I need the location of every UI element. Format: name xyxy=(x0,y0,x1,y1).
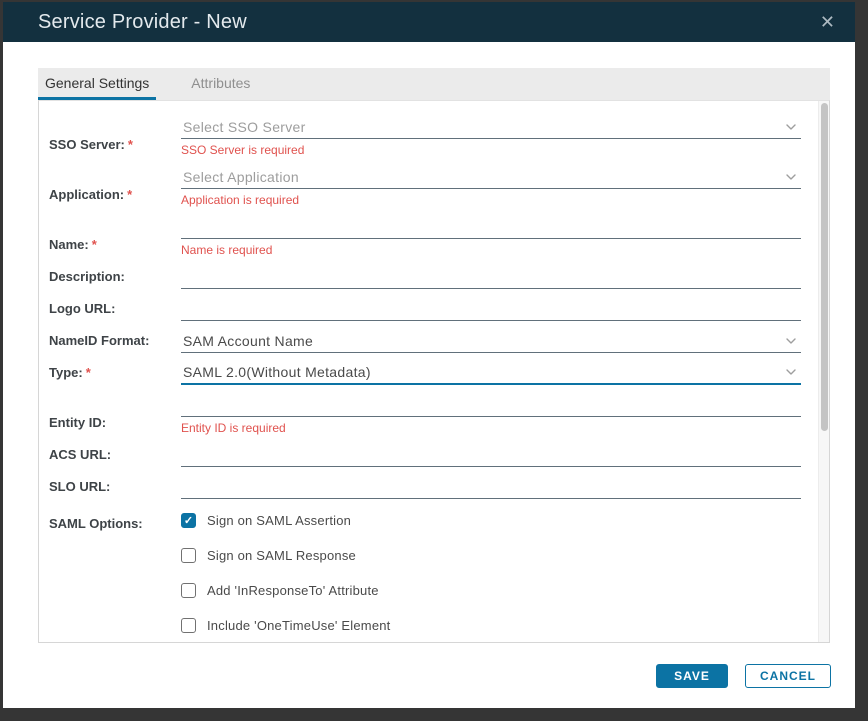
checkbox-unchecked-icon: ✓ xyxy=(181,618,196,633)
tab-bar: General Settings Attributes xyxy=(38,68,830,100)
application-label: Application:* xyxy=(49,185,181,207)
field-row-sso-server: SSO Server:*Select SSO Server SSO Server … xyxy=(49,115,801,157)
saml-options-label: SAML Options: xyxy=(49,513,181,536)
field-row-acs-url: ACS URL: xyxy=(49,443,801,467)
service-provider-dialog: Service Provider - New ✕ General Setting… xyxy=(3,2,855,708)
tab-general-settings[interactable]: General Settings xyxy=(38,68,156,100)
application-select[interactable]: Select Application xyxy=(181,165,801,189)
nameid-format-value: SAM Account Name xyxy=(181,333,313,349)
fields-container: SSO Server:*Select SSO Server SSO Server … xyxy=(49,115,801,643)
type-label: Type:* xyxy=(49,363,181,385)
checkbox-include-onetimeuse-element[interactable]: ✓ Include 'OneTimeUse' Element xyxy=(181,618,801,633)
sso-server-placeholder: Select SSO Server xyxy=(181,119,306,135)
tab-attributes[interactable]: Attributes xyxy=(184,68,257,100)
cancel-button[interactable]: CANCEL xyxy=(745,664,831,688)
close-icon[interactable]: ✕ xyxy=(816,9,839,35)
name-input[interactable] xyxy=(181,215,801,239)
type-select[interactable]: SAML 2.0(Without Metadata) xyxy=(181,361,801,385)
scrollbar-thumb[interactable] xyxy=(821,103,828,431)
field-row-name: Name:*Name is required xyxy=(49,215,801,257)
name-error: Name is required xyxy=(181,243,801,257)
field-row-logo-url: Logo URL: xyxy=(49,297,801,321)
required-asterisk: * xyxy=(92,237,97,252)
chevron-down-icon xyxy=(785,121,797,133)
name-label: Name:* xyxy=(49,235,181,257)
chevron-down-icon xyxy=(785,335,797,347)
scrollbar-track[interactable] xyxy=(818,101,829,642)
slo-url-label: SLO URL: xyxy=(49,477,181,499)
field-row-application: Application:*Select Application Applicati… xyxy=(49,165,801,207)
general-settings-form: SSO Server:*Select SSO Server SSO Server … xyxy=(38,100,830,643)
sso-server-label: SSO Server:* xyxy=(49,135,181,157)
checkbox-checked-icon: ✓ xyxy=(181,513,196,528)
slo-url-input[interactable] xyxy=(181,475,801,499)
field-row-description: Description: xyxy=(49,265,801,289)
checkbox-add-inresponseto-attribute[interactable]: ✓ Add 'InResponseTo' Attribute xyxy=(181,583,801,598)
entity-id-label: Entity ID: xyxy=(49,413,181,435)
nameid-format-select[interactable]: SAM Account Name xyxy=(181,329,801,353)
acs-url-input[interactable] xyxy=(181,443,801,467)
description-input[interactable] xyxy=(181,265,801,289)
description-label: Description: xyxy=(49,267,181,289)
dialog-footer: SAVE CANCEL xyxy=(3,643,855,708)
checkbox-label: Add 'InResponseTo' Attribute xyxy=(207,583,379,598)
save-button[interactable]: SAVE xyxy=(656,664,728,688)
field-row-entity-id: Entity ID:Entity ID is required xyxy=(49,393,801,435)
entity-id-error: Entity ID is required xyxy=(181,421,801,435)
required-asterisk: * xyxy=(128,137,133,152)
application-error: Application is required xyxy=(181,193,801,207)
chevron-down-icon xyxy=(785,171,797,183)
checkbox-sign-on-saml-assertion[interactable]: ✓ Sign on SAML Assertion xyxy=(181,513,801,528)
logo-url-label: Logo URL: xyxy=(49,299,181,321)
checkbox-unchecked-icon: ✓ xyxy=(181,548,196,563)
checkbox-label: Sign on SAML Assertion xyxy=(207,513,351,528)
dialog-title: Service Provider - New xyxy=(3,11,247,34)
application-placeholder: Select Application xyxy=(181,169,299,185)
field-row-saml-options: SAML Options:✓Sign on SAML Assertion✓Sig… xyxy=(49,513,801,643)
checkbox-label: Include 'OneTimeUse' Element xyxy=(207,618,391,633)
logo-url-input[interactable] xyxy=(181,297,801,321)
type-value: SAML 2.0(Without Metadata) xyxy=(181,364,371,380)
field-row-nameid-format: NameID Format:SAM Account Name xyxy=(49,329,801,353)
entity-id-input[interactable] xyxy=(181,393,801,417)
sso-server-error: SSO Server is required xyxy=(181,143,801,157)
sso-server-select[interactable]: Select SSO Server xyxy=(181,115,801,139)
required-asterisk: * xyxy=(127,187,132,202)
checkbox-unchecked-icon: ✓ xyxy=(181,583,196,598)
checkbox-label: Sign on SAML Response xyxy=(207,548,356,563)
dialog-header: Service Provider - New ✕ xyxy=(3,2,855,42)
field-row-slo-url: SLO URL: xyxy=(49,475,801,499)
required-asterisk: * xyxy=(86,365,91,380)
chevron-down-icon xyxy=(785,366,797,378)
acs-url-label: ACS URL: xyxy=(49,445,181,467)
field-row-type: Type:*SAML 2.0(Without Metadata) xyxy=(49,361,801,385)
checkbox-sign-on-saml-response[interactable]: ✓ Sign on SAML Response xyxy=(181,548,801,563)
nameid-format-label: NameID Format: xyxy=(49,331,181,353)
